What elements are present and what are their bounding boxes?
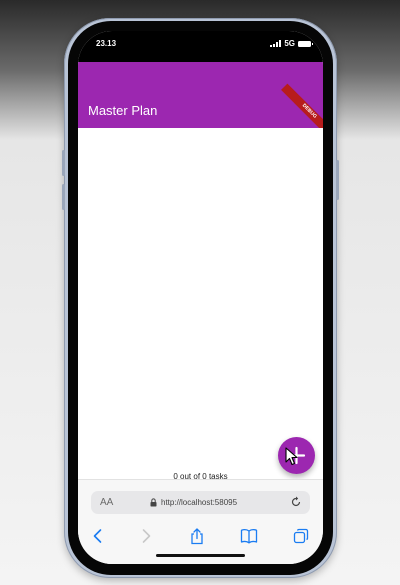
address-bar[interactable]: AA http://localhost:58095: [91, 491, 310, 514]
battery-icon: [298, 40, 313, 47]
add-task-button[interactable]: [278, 437, 315, 474]
share-icon[interactable]: [189, 528, 205, 545]
status-bar: 23.13 5G: [78, 31, 323, 62]
browser-toolbar: [78, 525, 323, 547]
bookmarks-icon[interactable]: [240, 528, 258, 544]
mouse-cursor-icon: [285, 447, 298, 466]
network-label: 5G: [284, 39, 295, 48]
browser-chrome: AA http://localhost:58095: [78, 479, 323, 564]
signal-icon: [270, 40, 282, 47]
back-icon[interactable]: [91, 528, 105, 544]
status-time: 23.13: [96, 39, 117, 48]
power-button: [336, 160, 339, 200]
volume-up-button: [62, 150, 65, 176]
app-bar: Master Plan DEBUG: [78, 62, 323, 140]
tabs-icon[interactable]: [293, 528, 309, 544]
lock-icon: [150, 498, 157, 507]
phone-screen: 23.13 5G Master Plan DEBUG 0 out of 0 ta…: [78, 31, 323, 564]
text-size-button[interactable]: AA: [100, 497, 113, 508]
task-list-area: [78, 128, 323, 479]
app-title: Master Plan: [88, 103, 158, 118]
status-indicators: 5G: [270, 39, 313, 48]
forward-icon[interactable]: [139, 528, 153, 544]
url-text[interactable]: http://localhost:58095: [161, 498, 237, 507]
reload-icon[interactable]: [290, 496, 302, 508]
home-indicator: [156, 554, 245, 557]
volume-down-button: [62, 184, 65, 210]
